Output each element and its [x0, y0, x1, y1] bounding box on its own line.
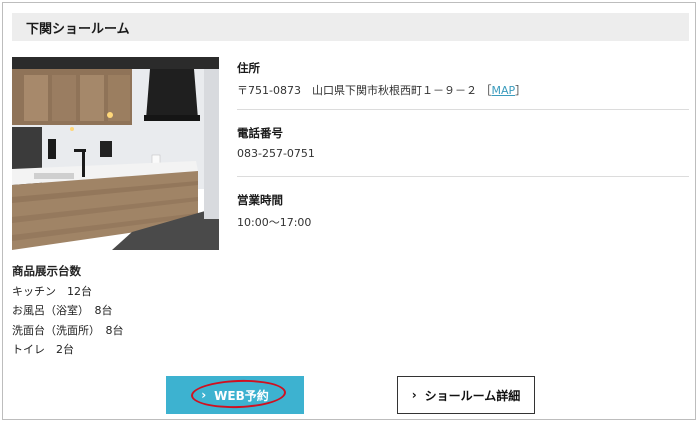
page-title: 下関ショールーム — [26, 21, 130, 37]
hours-label: 営業時間 — [237, 193, 283, 207]
stock-item-bath: お風呂（浴室） 8台 — [12, 304, 113, 317]
hours-value: 10:00〜17:00 — [237, 216, 312, 229]
address-value: 〒751-0873 山口県下関市秋根西町１－９－２ — [237, 84, 477, 97]
stock-title: 商品展示台数 — [12, 264, 81, 278]
showroom-photo — [12, 57, 219, 250]
showroom-detail-label: ショールーム詳細 — [424, 388, 521, 403]
address-block: 住所 〒751-0873 山口県下関市秋根西町１－９－２ ［MAP］ — [237, 57, 689, 109]
map-bracket-open: ［ — [480, 84, 492, 97]
phone-block: 電話番号 083-257-0751 — [237, 110, 689, 176]
info-section: 住所 〒751-0873 山口県下関市秋根西町１－９－２ ［MAP］ 電話番号 … — [237, 57, 689, 230]
map-bracket-close: ］ — [515, 84, 527, 97]
address-label: 住所 — [237, 61, 260, 75]
chevron-right-icon: › — [411, 388, 417, 402]
phone-label: 電話番号 — [237, 126, 283, 140]
section-header: 下関ショールーム — [12, 13, 689, 41]
stock-item-toilet: トイレ 2台 — [12, 343, 74, 356]
showroom-detail-button[interactable]: › ショールーム詳細 — [397, 376, 535, 414]
map-link[interactable]: MAP — [491, 84, 515, 97]
hours-block: 営業時間 10:00〜17:00 — [237, 177, 689, 230]
stock-section: 商品展示台数 キッチン 12台 お風呂（浴室） 8台 洗面台（洗面所） 8台 ト… — [12, 262, 124, 360]
address-value-line: 〒751-0873 山口県下関市秋根西町１－９－２ ［MAP］ — [237, 82, 689, 98]
stock-item-washstand: 洗面台（洗面所） 8台 — [12, 323, 124, 337]
phone-value: 083-257-0751 — [237, 147, 315, 160]
stock-item-kitchen: キッチン 12台 — [12, 284, 92, 298]
